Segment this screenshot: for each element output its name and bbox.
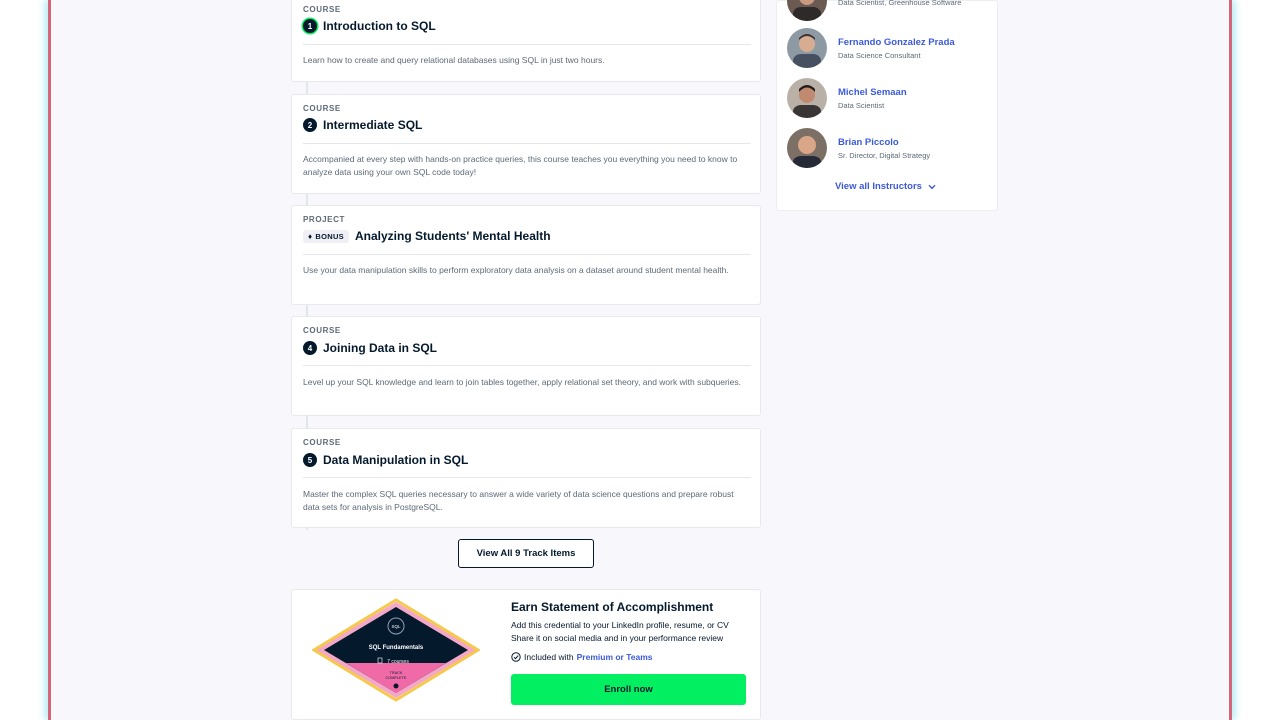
instructor-role: Data Scientist xyxy=(838,100,885,110)
enroll-now-button[interactable]: Enroll now xyxy=(511,674,746,705)
view-all-instructors-button[interactable]: View all Instructors xyxy=(835,181,936,192)
avatar xyxy=(787,128,827,168)
item-description: Use your data manipulation skills to per… xyxy=(303,265,729,275)
instructor-name[interactable]: Fernando Gonzalez Prada xyxy=(838,37,955,48)
included-with: Included with Premium or Teams xyxy=(511,652,653,662)
track-item-3[interactable]: PROJECT ♦ BONUS Analyzing Students' Ment… xyxy=(291,205,761,305)
accomplishment-line-2: Share it on social media and in your per… xyxy=(511,633,724,643)
accomplishment-card: SQL SQL Fundamentals 7 courses TRACK COM… xyxy=(291,589,761,720)
instructor-role: Data Scientist, Greenhouse Software xyxy=(838,0,962,7)
track-item-2[interactable]: COURSE 2 Intermediate SQL Accompanied at… xyxy=(291,94,761,194)
item-title[interactable]: Data Manipulation in SQL xyxy=(323,453,468,467)
divider xyxy=(303,143,751,144)
item-number: 1 xyxy=(303,19,317,33)
item-description: Learn how to create and query relational… xyxy=(303,55,605,65)
item-type: COURSE xyxy=(303,326,341,335)
avatar xyxy=(787,28,827,68)
item-number: 5 xyxy=(303,453,317,467)
premium-or-teams-link[interactable]: Premium or Teams xyxy=(577,652,653,662)
divider xyxy=(303,254,751,255)
track-item-4[interactable]: COURSE 4 Joining Data in SQL Level up yo… xyxy=(291,316,761,416)
view-all-instructors-label: View all Instructors xyxy=(835,181,922,192)
accomplishment-heading: Earn Statement of Accomplishment xyxy=(511,600,714,614)
item-description: Master the complex SQL queries necessary… xyxy=(303,489,734,512)
item-title[interactable]: Joining Data in SQL xyxy=(323,341,437,355)
instructor-role: Sr. Director, Digital Strategy xyxy=(838,150,931,160)
accomplishment-line-1: Add this credential to your LinkedIn pro… xyxy=(511,620,729,630)
instructors-panel: Data Scientist, Greenhouse Software Fern… xyxy=(776,0,998,211)
avatar xyxy=(787,78,827,118)
instructor-item[interactable]: Michel Semaan Data Scientist xyxy=(787,78,907,118)
item-type: PROJECT xyxy=(303,215,345,224)
bonus-label: BONUS xyxy=(315,231,344,241)
badge-courses: 7 courses xyxy=(387,659,409,665)
instructor-name[interactable]: Michel Semaan xyxy=(838,87,907,98)
item-type: COURSE xyxy=(303,438,341,447)
sql-fundamentals-badge: SQL SQL Fundamentals 7 courses TRACK COM… xyxy=(312,598,480,702)
item-number: 4 xyxy=(303,341,317,355)
instructor-item[interactable]: Fernando Gonzalez Prada Data Science Con… xyxy=(787,28,955,68)
item-type: COURSE xyxy=(303,104,341,113)
chevron-down-icon xyxy=(928,184,936,189)
divider xyxy=(303,365,751,366)
instructor-name[interactable]: Brian Piccolo xyxy=(838,137,930,148)
track-item-1[interactable]: COURSE 1 Introduction to SQL Learn how t… xyxy=(291,0,761,82)
item-title[interactable]: Analyzing Students' Mental Health xyxy=(355,229,551,243)
instructor-item[interactable]: Brian Piccolo Sr. Director, Digital Stra… xyxy=(787,128,930,168)
item-description: Accompanied at every step with hands-on … xyxy=(303,154,738,177)
divider xyxy=(303,44,751,45)
included-prefix: Included with xyxy=(524,652,574,662)
item-title[interactable]: Intermediate SQL xyxy=(323,118,422,132)
check-circle-icon xyxy=(511,652,521,662)
badge-status-line2: COMPLETE xyxy=(386,676,407,680)
avatar xyxy=(787,0,827,21)
item-description: Level up your SQL knowledge and learn to… xyxy=(303,377,742,387)
instructor-role: Data Science Consultant xyxy=(838,50,921,60)
view-all-track-items-button[interactable]: View All 9 Track Items xyxy=(458,539,594,568)
item-number: 2 xyxy=(303,118,317,132)
divider xyxy=(303,477,751,478)
badge-tag: SQL xyxy=(391,624,401,629)
item-title[interactable]: Introduction to SQL xyxy=(323,19,436,33)
badge-title: SQL Fundamentals xyxy=(369,645,424,651)
trophy-icon: ♦ xyxy=(308,231,313,241)
badge-status-line1: TRACK xyxy=(390,671,403,675)
instructor-item[interactable]: Data Scientist, Greenhouse Software xyxy=(787,0,961,21)
track-item-5[interactable]: COURSE 5 Data Manipulation in SQL Master… xyxy=(291,428,761,528)
item-type: COURSE xyxy=(303,5,341,14)
bonus-badge: ♦ BONUS xyxy=(303,229,349,243)
